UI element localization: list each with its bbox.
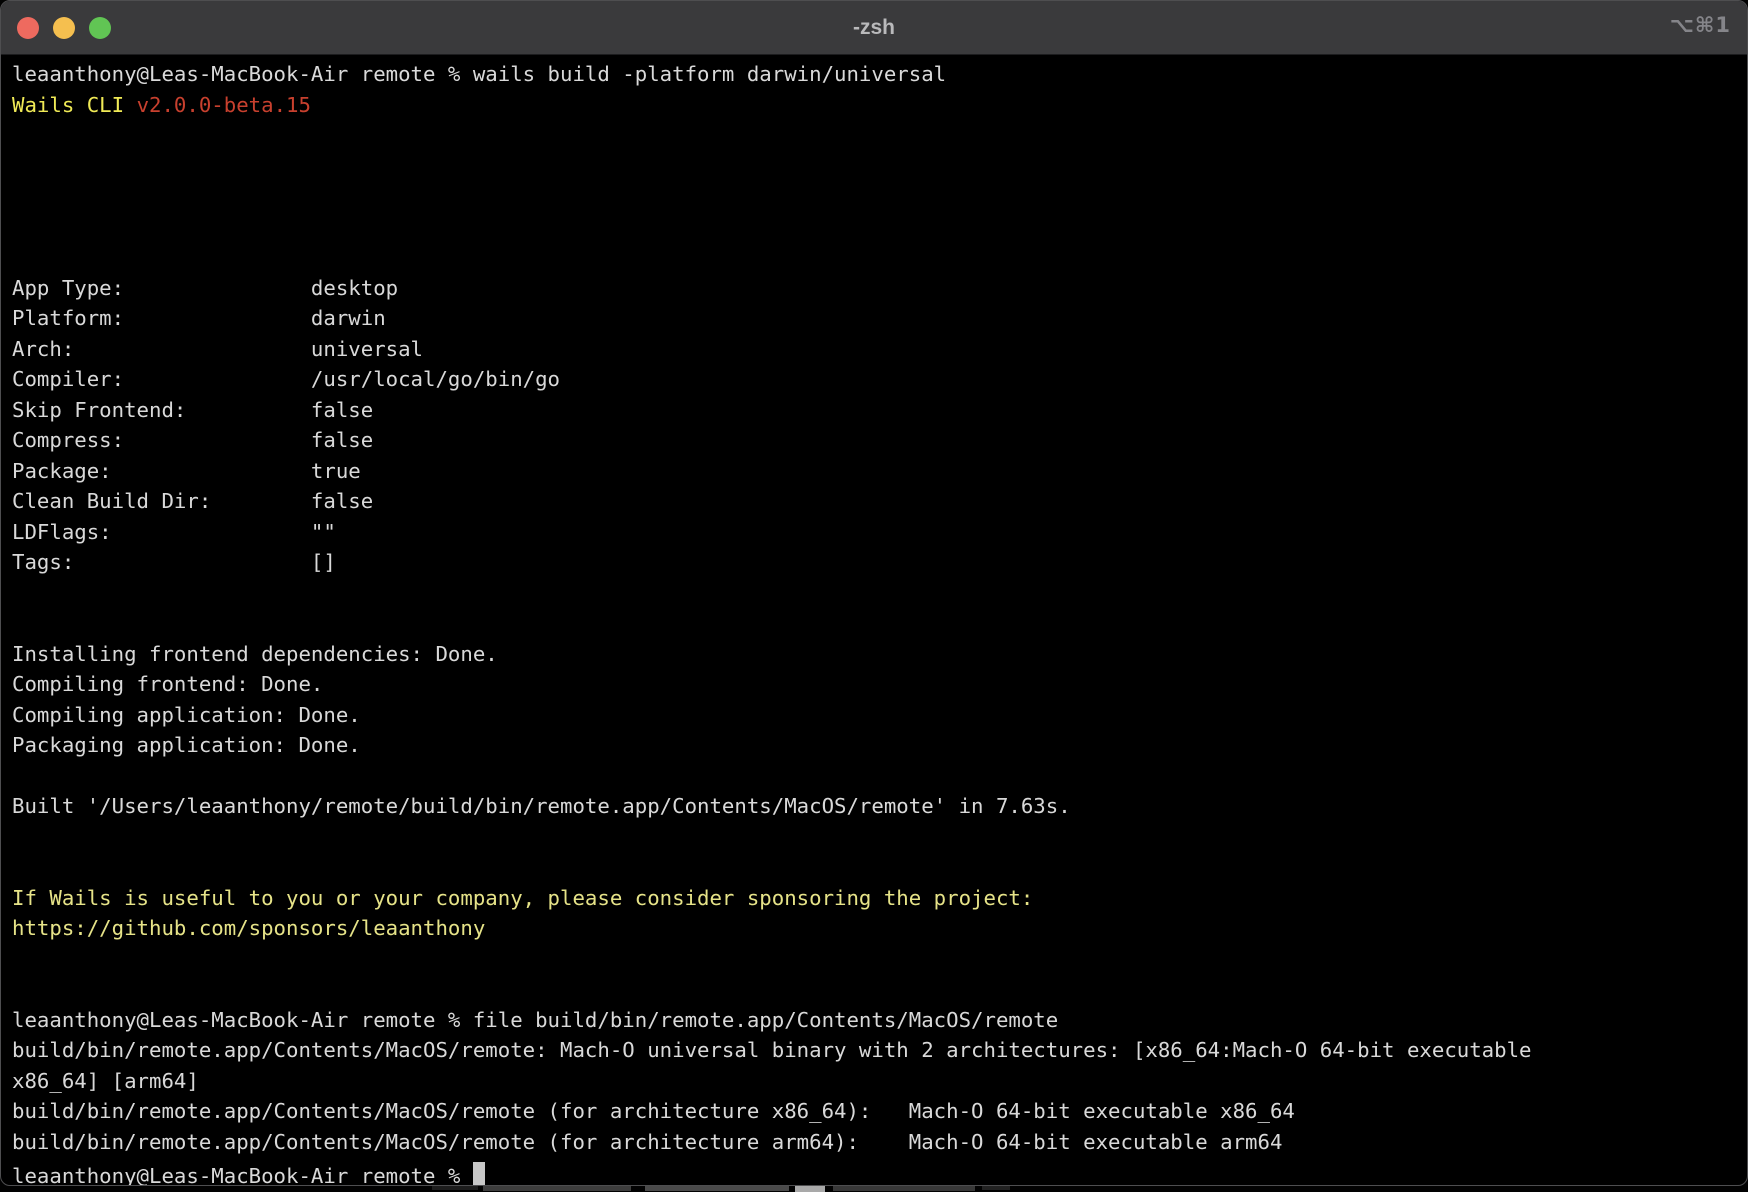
sliver-fragment bbox=[795, 1186, 825, 1192]
terminal-line: Wails CLI v2.0.0-beta.15 bbox=[12, 90, 1747, 121]
terminal-output[interactable]: leaanthony@Leas-MacBook-Air remote % wai… bbox=[1, 55, 1747, 1186]
terminal-line: Tags: [] bbox=[12, 547, 1747, 578]
close-button[interactable] bbox=[17, 17, 39, 39]
terminal-line: leaanthony@Leas-MacBook-Air remote % wai… bbox=[12, 59, 1747, 90]
terminal-line: x86_64] [arm64] bbox=[12, 1066, 1747, 1097]
terminal-line: build/bin/remote.app/Contents/MacOS/remo… bbox=[12, 1127, 1747, 1158]
terminal-line: build/bin/remote.app/Contents/MacOS/remo… bbox=[12, 1035, 1747, 1066]
terminal-text-segment: https://github.com/sponsors/leaanthony bbox=[12, 916, 485, 940]
terminal-line: Built '/Users/leaanthony/remote/build/bi… bbox=[12, 791, 1747, 822]
terminal-text-segment: Compiling frontend: Done. bbox=[12, 672, 323, 696]
terminal-text-segment: Package: true bbox=[12, 459, 361, 483]
terminal-line: Compiling frontend: Done. bbox=[12, 669, 1747, 700]
terminal-text-segment: Arch: universal bbox=[12, 337, 423, 361]
terminal-line: Compiler: /usr/local/go/bin/go bbox=[12, 364, 1747, 395]
terminal-text-segment: v2.0.0-beta.15 bbox=[137, 93, 311, 117]
terminal-line: Compiling application: Done. bbox=[12, 700, 1747, 731]
terminal-text-segment: leaanthony@Leas-MacBook-Air remote % wai… bbox=[12, 62, 946, 86]
terminal-line bbox=[12, 181, 1747, 212]
terminal-text-segment: Compiler: /usr/local/go/bin/go bbox=[12, 367, 560, 391]
terminal-text-segment: leaanthony@Leas-MacBook-Air remote % fil… bbox=[12, 1008, 1058, 1032]
sliver-fragment bbox=[432, 1186, 478, 1190]
tab-shortcut-label: ⌥⌘1 bbox=[1670, 13, 1731, 37]
terminal-line: Compress: false bbox=[12, 425, 1747, 456]
terminal-line: leaanthony@Leas-MacBook-Air remote % bbox=[12, 1157, 1747, 1186]
terminal-text-segment: Installing frontend dependencies: Done. bbox=[12, 642, 498, 666]
terminal-line bbox=[12, 120, 1747, 151]
minimize-button[interactable] bbox=[53, 17, 75, 39]
terminal-line bbox=[12, 852, 1747, 883]
sliver-fragment bbox=[833, 1186, 975, 1191]
terminal-text-segment: App Type: desktop bbox=[12, 276, 398, 300]
terminal-text-segment: Compiling application: Done. bbox=[12, 703, 361, 727]
terminal-text-segment: Skip Frontend: false bbox=[12, 398, 373, 422]
sliver-fragment bbox=[645, 1186, 789, 1191]
cursor-block bbox=[473, 1162, 486, 1186]
terminal-line bbox=[12, 242, 1747, 273]
terminal-text-segment: Built '/Users/leaanthony/remote/build/bi… bbox=[12, 794, 1071, 818]
terminal-line: Clean Build Dir: false bbox=[12, 486, 1747, 517]
terminal-text-segment: Clean Build Dir: false bbox=[12, 489, 373, 513]
terminal-line: build/bin/remote.app/Contents/MacOS/remo… bbox=[12, 1096, 1747, 1127]
background-window-sliver bbox=[0, 1186, 1748, 1192]
terminal-line bbox=[12, 944, 1747, 975]
terminal-line: Package: true bbox=[12, 456, 1747, 487]
terminal-line: Installing frontend dependencies: Done. bbox=[12, 639, 1747, 670]
terminal-text-segment: Compress: false bbox=[12, 428, 373, 452]
terminal-text-segment: Tags: [] bbox=[12, 550, 336, 574]
traffic-lights bbox=[17, 17, 111, 39]
terminal-text-segment: Wails CLI bbox=[12, 93, 137, 117]
terminal-text-segment: Packaging application: Done. bbox=[12, 733, 361, 757]
window-title: -zsh bbox=[853, 16, 895, 40]
terminal-line bbox=[12, 578, 1747, 609]
terminal-text-segment: build/bin/remote.app/Contents/MacOS/remo… bbox=[12, 1038, 1544, 1062]
terminal-line bbox=[12, 974, 1747, 1005]
terminal-line bbox=[12, 608, 1747, 639]
terminal-line bbox=[12, 212, 1747, 243]
terminal-line: App Type: desktop bbox=[12, 273, 1747, 304]
titlebar[interactable]: -zsh ⌥⌘1 bbox=[1, 1, 1747, 55]
terminal-line: If Wails is useful to you or your compan… bbox=[12, 883, 1747, 914]
terminal-line: Platform: darwin bbox=[12, 303, 1747, 334]
terminal-text-segment: Platform: darwin bbox=[12, 306, 386, 330]
terminal-line bbox=[12, 151, 1747, 182]
sliver-fragment bbox=[483, 1186, 631, 1191]
terminal-line: leaanthony@Leas-MacBook-Air remote % fil… bbox=[12, 1005, 1747, 1036]
terminal-line: LDFlags: "" bbox=[12, 517, 1747, 548]
terminal-window: -zsh ⌥⌘1 leaanthony@Leas-MacBook-Air rem… bbox=[0, 0, 1748, 1186]
terminal-line: Arch: universal bbox=[12, 334, 1747, 365]
terminal-line: Skip Frontend: false bbox=[12, 395, 1747, 426]
terminal-text-segment: x86_64] [arm64] bbox=[12, 1069, 199, 1093]
terminal-text-segment: build/bin/remote.app/Contents/MacOS/remo… bbox=[12, 1099, 1295, 1123]
terminal-text-segment: LDFlags: "" bbox=[12, 520, 336, 544]
terminal-line bbox=[12, 822, 1747, 853]
terminal-text-segment: leaanthony@Leas-MacBook-Air remote % bbox=[12, 1164, 473, 1186]
terminal-text-segment: If Wails is useful to you or your compan… bbox=[12, 886, 1033, 910]
terminal-line: https://github.com/sponsors/leaanthony bbox=[12, 913, 1747, 944]
terminal-text-segment: build/bin/remote.app/Contents/MacOS/remo… bbox=[12, 1130, 1282, 1154]
sliver-fragment bbox=[982, 1186, 1010, 1190]
terminal-line: Packaging application: Done. bbox=[12, 730, 1747, 761]
terminal-line bbox=[12, 761, 1747, 792]
fullscreen-button[interactable] bbox=[89, 17, 111, 39]
